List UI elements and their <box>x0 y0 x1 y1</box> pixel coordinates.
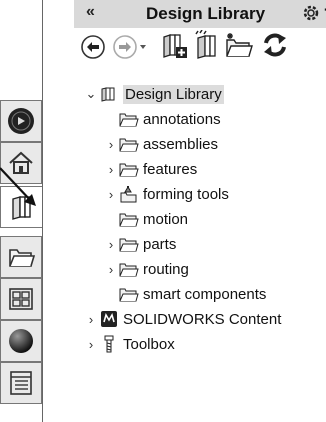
add-file-location-icon[interactable] <box>192 30 222 60</box>
collapse-arrow-icon[interactable]: ⌄ <box>84 86 98 102</box>
file-explorer-tab[interactable] <box>0 236 42 278</box>
solidworks-resources-tab[interactable] <box>0 100 42 142</box>
solidworks-content-icon <box>98 310 120 328</box>
tree-item-features[interactable]: › features <box>104 157 197 181</box>
expand-arrow-icon[interactable]: › <box>104 137 118 152</box>
gear-icon[interactable] <box>300 2 322 24</box>
expand-arrow-icon[interactable]: › <box>104 262 118 277</box>
folder-icon <box>118 285 140 303</box>
view-palette-icon <box>9 288 33 310</box>
folder-icon <box>9 249 35 267</box>
expand-arrow-icon[interactable]: › <box>84 312 98 327</box>
design-library-icon <box>98 85 120 103</box>
page-title: Design Library <box>146 4 266 23</box>
forward-arrow-icon[interactable] <box>112 34 150 60</box>
new-folder-icon[interactable] <box>224 30 254 60</box>
tree-root-toolbox[interactable]: › Toolbox <box>84 332 175 356</box>
folder-icon <box>118 235 140 253</box>
tree-item-forming-tools[interactable]: › forming tools <box>104 182 229 206</box>
add-to-library-icon[interactable] <box>160 31 190 61</box>
tree-item-assemblies[interactable]: › assemblies <box>104 132 218 156</box>
expand-arrow-icon[interactable]: › <box>84 337 98 352</box>
tree-root-design-library[interactable]: ⌄ Design Library <box>84 82 224 106</box>
folder-icon <box>118 160 140 178</box>
expand-arrow-icon[interactable]: › <box>104 187 118 202</box>
tree-item-motion[interactable]: motion <box>104 207 188 231</box>
tree-item-smart-components[interactable]: smart components <box>104 282 266 306</box>
appearances-tab[interactable] <box>0 320 42 362</box>
tree-item-routing[interactable]: › routing <box>104 257 189 281</box>
custom-properties-icon <box>10 371 32 395</box>
callout-arrow-icon <box>0 167 36 206</box>
tree-item-annotations[interactable]: annotations <box>104 107 221 131</box>
custom-properties-tab[interactable] <box>0 362 42 404</box>
panel-header: « Design Library + <box>74 0 326 28</box>
forming-tools-folder-icon <box>118 185 140 203</box>
tree-item-parts[interactable]: › parts <box>104 232 177 256</box>
tree-root-solidworks-content[interactable]: › SOLIDWORKS Content <box>84 307 282 331</box>
tree-item-label: Design Library <box>123 84 224 104</box>
refresh-icon[interactable] <box>260 30 290 60</box>
resources-icon <box>8 108 34 134</box>
expand-arrow-icon[interactable]: › <box>104 162 118 177</box>
toolbox-icon <box>98 335 120 353</box>
view-palette-tab[interactable] <box>0 278 42 320</box>
folder-icon <box>118 260 140 278</box>
folder-icon <box>118 135 140 153</box>
folder-icon <box>118 210 140 228</box>
appearances-icon <box>9 329 33 353</box>
back-arrow-icon[interactable] <box>80 34 106 60</box>
collapse-pane-button[interactable]: « <box>86 3 95 21</box>
expand-arrow-icon[interactable]: › <box>104 237 118 252</box>
toolbar <box>74 28 326 70</box>
folder-icon <box>118 110 140 128</box>
